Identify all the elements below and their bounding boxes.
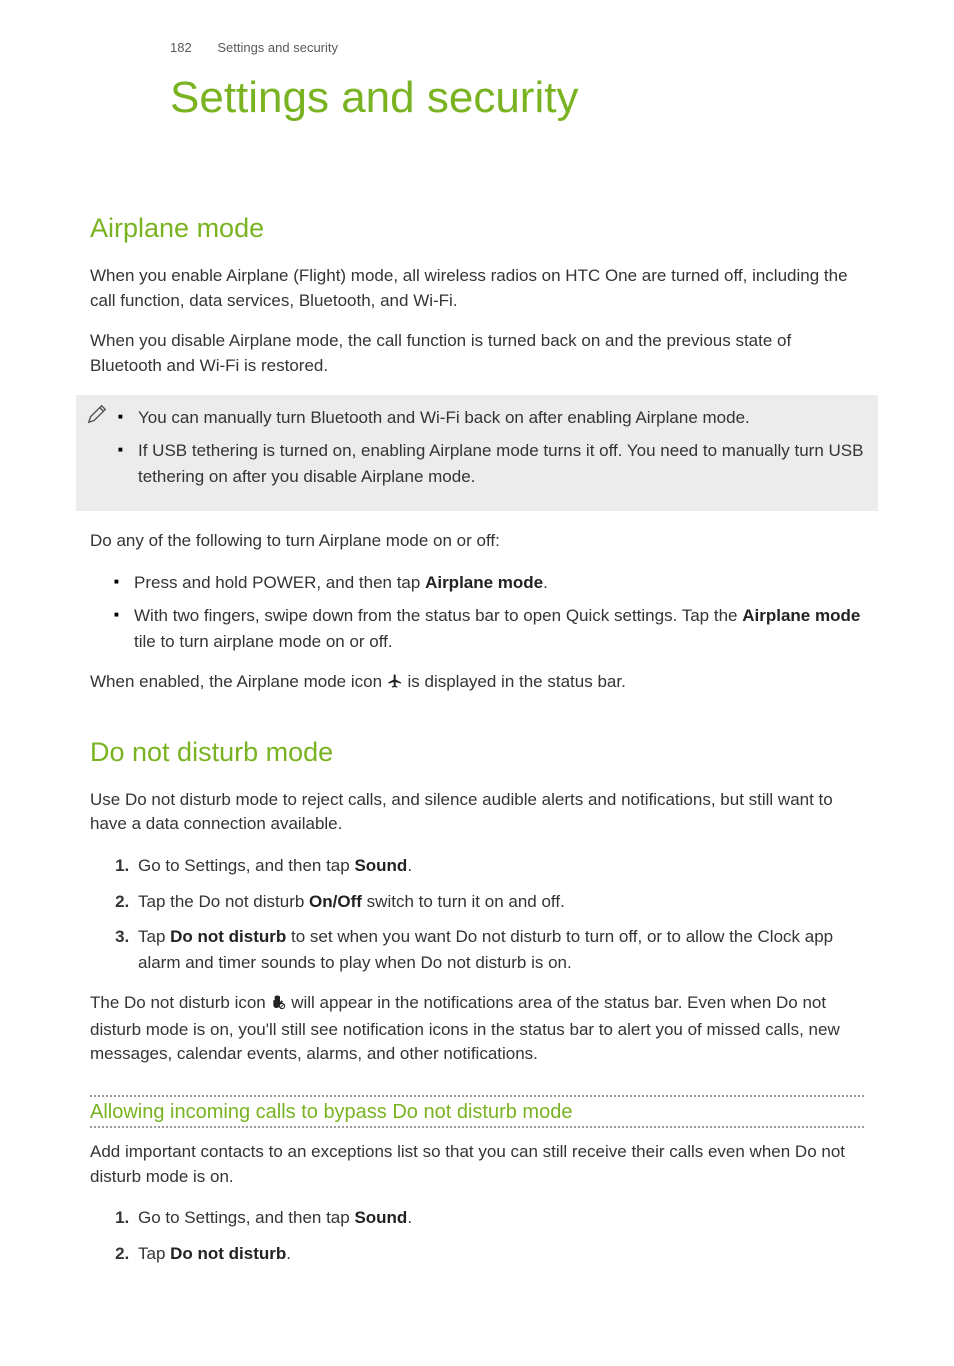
hand-icon: [270, 993, 286, 1018]
airplane-note-box: You can manually turn Bluetooth and Wi-F…: [76, 395, 878, 512]
dnd-p2: The Do not disturb icon will appear in t…: [90, 991, 864, 1067]
airplane-bullet: Press and hold POWER, and then tap Airpl…: [134, 570, 864, 596]
dnd-subheading: Allowing incoming calls to bypass Do not…: [90, 1101, 864, 1124]
dnd-step: Tap Do not disturb.: [134, 1241, 864, 1267]
dnd-step: Tap Do not disturb to set when you want …: [134, 924, 864, 975]
page-title: Settings and security: [170, 73, 864, 123]
airplane-instruction-list: Press and hold POWER, and then tap Airpl…: [90, 570, 864, 655]
dnd-p1: Use Do not disturb mode to reject calls,…: [90, 788, 864, 837]
airplane-icon: [387, 672, 403, 697]
dnd-step: Go to Settings, and then tap Sound.: [134, 1205, 864, 1231]
dnd-bypass-steps: Go to Settings, and then tap Sound. Tap …: [90, 1205, 864, 1266]
airplane-p3: Do any of the following to turn Airplane…: [90, 529, 864, 554]
dnd-heading: Do not disturb mode: [90, 737, 864, 768]
page-header: 182 Settings and security: [170, 40, 864, 55]
dnd-step: Tap the Do not disturb On/Off switch to …: [134, 889, 864, 915]
dnd-p3: Add important contacts to an exceptions …: [90, 1140, 864, 1189]
page-number: 182: [170, 40, 192, 55]
airplane-heading: Airplane mode: [90, 213, 864, 244]
airplane-p2: When you disable Airplane mode, the call…: [90, 329, 864, 378]
airplane-note-item: You can manually turn Bluetooth and Wi-F…: [138, 405, 864, 431]
dnd-section: Do not disturb mode Use Do not disturb m…: [90, 737, 864, 1266]
divider-dots: [90, 1095, 864, 1097]
airplane-section: Airplane mode When you enable Airplane (…: [90, 213, 864, 697]
airplane-bullet: With two fingers, swipe down from the st…: [134, 603, 864, 654]
pencil-icon: [86, 403, 108, 431]
dnd-step: Go to Settings, and then tap Sound.: [134, 853, 864, 879]
dnd-subsection: Allowing incoming calls to bypass Do not…: [90, 1095, 864, 1128]
airplane-p1: When you enable Airplane (Flight) mode, …: [90, 264, 864, 313]
document-page: 182 Settings and security Settings and s…: [0, 0, 954, 1366]
running-title: Settings and security: [217, 40, 338, 55]
airplane-p4: When enabled, the Airplane mode icon is …: [90, 670, 864, 697]
divider-dots: [90, 1126, 864, 1128]
dnd-steps: Go to Settings, and then tap Sound. Tap …: [90, 853, 864, 975]
airplane-note-item: If USB tethering is turned on, enabling …: [138, 438, 864, 489]
